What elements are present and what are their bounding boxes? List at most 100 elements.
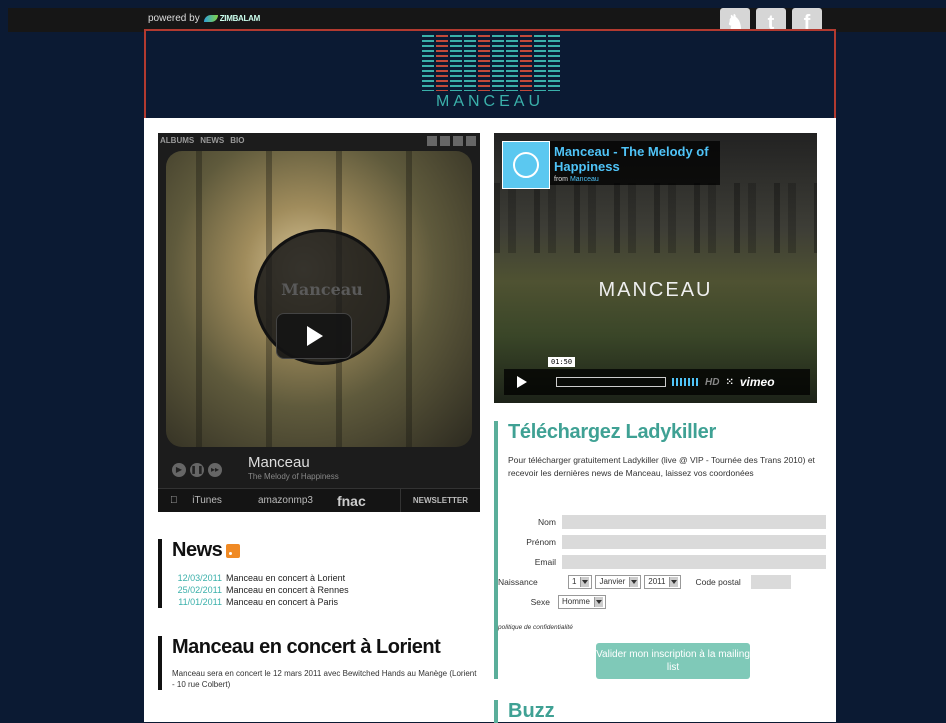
- news-title: News: [172, 539, 480, 562]
- nom-row: Nom: [498, 513, 826, 531]
- video-controls: 01:50 HD ⁙ vimeo: [504, 357, 810, 395]
- news-text: Manceau en concert à Rennes: [226, 585, 349, 595]
- naissance-row: Naissance 1 Janvier 2011 Code postal: [498, 573, 791, 591]
- article-section: Manceau en concert à Lorient Manceau ser…: [158, 636, 480, 690]
- vimeo-logo[interactable]: vimeo: [740, 375, 775, 389]
- main-content: ALBUMS NEWS BIO Manceau ▶ ❚❚ ▸▸ Manceau …: [144, 118, 836, 723]
- list-item[interactable]: 12/03/2011 Manceau en concert à Lorient: [172, 572, 480, 584]
- sexe-row: Sexe Homme: [498, 593, 607, 611]
- tab-albums[interactable]: ALBUMS: [160, 136, 194, 145]
- download-title: Téléchargez Ladykiller: [508, 421, 716, 443]
- email-label: Email: [534, 557, 556, 567]
- download-section: Téléchargez Ladykiller Pour télécharger …: [494, 421, 830, 679]
- site-header: MANCEAU: [144, 29, 836, 120]
- amazonmp3-link[interactable]: amazonmp3: [246, 495, 325, 506]
- sexe-select[interactable]: Homme: [558, 595, 607, 609]
- logo-text[interactable]: MANCEAU: [146, 93, 834, 111]
- next-icon[interactable]: ▸▸: [208, 463, 222, 477]
- vimeo-player[interactable]: Manceau - The Melody of Happiness from M…: [494, 133, 817, 403]
- buzz-section: Buzz: [494, 700, 830, 723]
- artist-name: Manceau: [248, 454, 310, 471]
- player-share-icons: [427, 136, 476, 146]
- video-title-box: Manceau - The Melody of Happiness from M…: [550, 141, 720, 185]
- video-overlay-text: MANCEAU: [598, 279, 713, 301]
- birth-month-select[interactable]: Janvier: [595, 575, 642, 589]
- facebook-small-icon[interactable]: [440, 136, 450, 146]
- logo-mark-icon[interactable]: [422, 35, 560, 91]
- powered-by[interactable]: powered by ZIMBALAM: [148, 13, 260, 24]
- video-from: from Manceau: [554, 176, 714, 183]
- fnac-link[interactable]: fnac: [325, 493, 378, 509]
- chevron-down-icon: [580, 577, 590, 587]
- email-field[interactable]: [562, 555, 826, 569]
- tab-bio[interactable]: BIO: [230, 136, 244, 145]
- track-name: The Melody of Happiness: [248, 472, 339, 481]
- news-text: Manceau en concert à Lorient: [226, 573, 346, 583]
- itunes-link[interactable]:  iTunes: [158, 495, 246, 506]
- video-avatar-icon[interactable]: [502, 141, 550, 189]
- news-date: 25/02/2011: [177, 585, 222, 595]
- buzz-title: Buzz: [508, 700, 555, 722]
- submit-label: Valider mon inscription à la mailing lis…: [596, 649, 750, 673]
- birth-year-value: 2011: [648, 577, 666, 586]
- sexe-value: Homme: [562, 597, 591, 606]
- play-small-icon[interactable]: ▶: [172, 463, 186, 477]
- album-art: Manceau: [166, 151, 472, 447]
- video-from-label: from: [554, 176, 568, 183]
- expand-icon[interactable]: [466, 136, 476, 146]
- fullscreen-icon[interactable]: ⁙: [725, 377, 733, 388]
- email-row: Email: [498, 553, 826, 571]
- chevron-down-icon: [629, 577, 639, 587]
- player-controls: ▶ ❚❚ ▸▸ Manceau The Melody of Happiness: [158, 455, 480, 485]
- pause-icon[interactable]: ❚❚: [190, 463, 204, 477]
- prenom-label: Prénom: [526, 537, 556, 547]
- news-date: 12/03/2011: [177, 573, 222, 583]
- now-playing: Manceau The Melody of Happiness: [248, 454, 339, 484]
- music-player: ALBUMS NEWS BIO Manceau ▶ ❚❚ ▸▸ Manceau …: [158, 133, 480, 512]
- video-progress-bar[interactable]: [556, 377, 666, 387]
- play-icon[interactable]: [276, 313, 352, 359]
- news-text: Manceau en concert à Paris: [226, 597, 339, 607]
- birth-day-value: 1: [572, 577, 577, 586]
- code-postal-label: Code postal: [695, 577, 741, 587]
- video-play-icon[interactable]: [504, 369, 538, 395]
- hd-toggle[interactable]: HD: [705, 377, 719, 388]
- list-item[interactable]: 25/02/2011 Manceau en concert à Rennes: [172, 584, 480, 596]
- rss-icon[interactable]: [226, 543, 241, 558]
- newsletter-button[interactable]: NEWSLETTER: [399, 489, 480, 512]
- volume-icon[interactable]: [672, 378, 700, 386]
- powered-by-label: powered by: [148, 13, 200, 24]
- tab-news[interactable]: NEWS: [200, 136, 224, 145]
- sexe-label: Sexe: [530, 597, 550, 607]
- zimbalam-swoosh-icon: [203, 15, 218, 23]
- nom-field[interactable]: [562, 515, 826, 529]
- article-body: Manceau sera en concert le 12 mars 2011 …: [172, 669, 477, 689]
- prenom-row: Prénom: [498, 533, 826, 551]
- article-title[interactable]: Manceau en concert à Lorient: [172, 636, 480, 658]
- birth-month-value: Janvier: [599, 577, 626, 586]
- chevron-down-icon: [669, 577, 679, 587]
- video-time: 01:50: [548, 357, 576, 367]
- download-text: Pour télécharger gratuitement Ladykiller…: [508, 455, 815, 478]
- prenom-field[interactable]: [562, 535, 826, 549]
- news-date: 11/01/2011: [178, 597, 222, 607]
- privacy-link[interactable]: politique de confidentialité: [498, 624, 573, 631]
- news-list: 12/03/2011 Manceau en concert à Lorient 2…: [172, 572, 480, 608]
- video-author[interactable]: Manceau: [570, 176, 599, 183]
- list-item[interactable]: 11/01/2011 Manceau en concert à Paris: [172, 596, 480, 608]
- zimbalam-label: ZIMBALAM: [219, 14, 261, 23]
- nom-label: Nom: [538, 517, 556, 527]
- album-badge-title: Manceau: [281, 280, 363, 299]
- itunes-label: iTunes: [182, 495, 222, 506]
- zimbalam-logo[interactable]: ZIMBALAM: [203, 14, 261, 23]
- birth-year-select[interactable]: 2011: [644, 575, 682, 589]
- video-title[interactable]: Manceau - The Melody of Happiness: [554, 144, 714, 174]
- twitter-small-icon[interactable]: [453, 136, 463, 146]
- store-bar:  iTunes amazonmp3 fnac NEWSLETTER: [158, 488, 480, 512]
- player-tabs: ALBUMS NEWS BIO: [160, 136, 244, 145]
- news-section: News 12/03/2011 Manceau en concert à Lori…: [158, 539, 480, 608]
- code-postal-field[interactable]: [750, 575, 791, 589]
- share-icon[interactable]: [427, 136, 437, 146]
- birth-day-select[interactable]: 1: [568, 575, 593, 589]
- submit-button[interactable]: Valider mon inscription à la mailing lis…: [596, 643, 750, 679]
